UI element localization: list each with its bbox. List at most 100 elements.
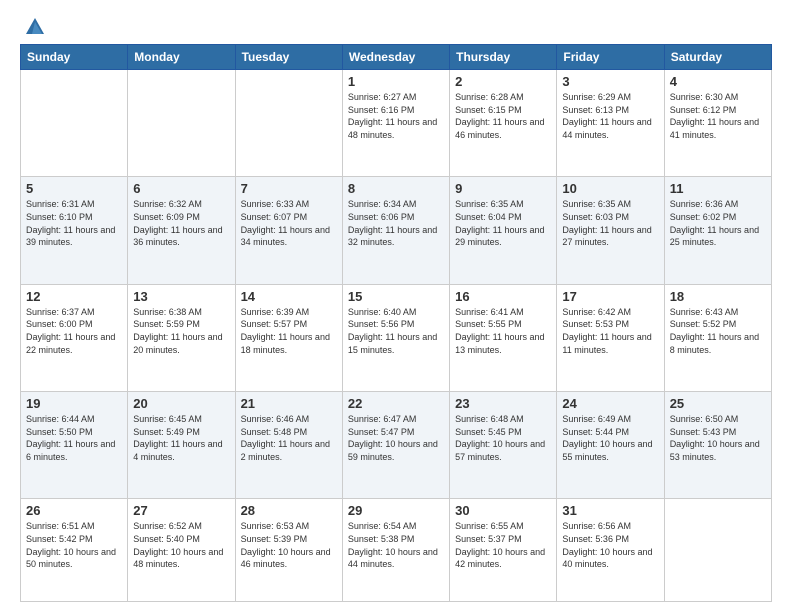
calendar-cell: 14 Sunrise: 6:39 AMSunset: 5:57 PMDayligh… [235,284,342,391]
calendar-cell [128,70,235,177]
calendar-table: SundayMondayTuesdayWednesdayThursdayFrid… [20,44,772,602]
day-info: Sunrise: 6:29 AMSunset: 6:13 PMDaylight:… [562,91,658,141]
day-number: 31 [562,503,658,518]
day-number: 8 [348,181,444,196]
calendar-cell: 15 Sunrise: 6:40 AMSunset: 5:56 PMDayligh… [342,284,449,391]
calendar-cell: 22Sunrise: 6:47 AMSunset: 5:47 PMDayligh… [342,392,449,499]
day-info: Sunrise: 6:43 AMSunset: 5:52 PMDaylight:… [670,306,766,356]
day-of-week-header: Sunday [21,45,128,70]
day-number: 11 [670,181,766,196]
day-of-week-header: Tuesday [235,45,342,70]
day-info: Sunrise: 6:45 AMSunset: 5:49 PMDaylight:… [133,413,229,463]
calendar-cell: 17 Sunrise: 6:42 AMSunset: 5:53 PMDayligh… [557,284,664,391]
day-number: 28 [241,503,337,518]
calendar-cell: 12Sunrise: 6:37 AMSunset: 6:00 PMDayligh… [21,284,128,391]
calendar-week-row: 19Sunrise: 6:44 AMSunset: 5:50 PMDayligh… [21,392,772,499]
header [20,16,772,34]
day-number: 21 [241,396,337,411]
day-number: 22 [348,396,444,411]
calendar-cell: 16 Sunrise: 6:41 AMSunset: 5:55 PMDayligh… [450,284,557,391]
day-info: Sunrise: 6:36 AMSunset: 6:02 PMDaylight:… [670,198,766,248]
day-number: 20 [133,396,229,411]
day-info: Sunrise: 6:48 AMSunset: 5:45 PMDaylight:… [455,413,551,463]
day-of-week-header: Wednesday [342,45,449,70]
calendar-cell: 29 Sunrise: 6:54 AMSunset: 5:38 PMDayligh… [342,499,449,602]
calendar-cell: 30 Sunrise: 6:55 AMSunset: 5:37 PMDayligh… [450,499,557,602]
day-number: 24 [562,396,658,411]
day-info: Sunrise: 6:31 AMSunset: 6:10 PMDaylight:… [26,198,122,248]
day-info: Sunrise: 6:27 AMSunset: 6:16 PMDaylight:… [348,91,444,141]
day-number: 30 [455,503,551,518]
day-info: Sunrise: 6:52 AMSunset: 5:40 PMDaylight:… [133,520,229,570]
day-number: 25 [670,396,766,411]
day-info: Sunrise: 6:30 AMSunset: 6:12 PMDaylight:… [670,91,766,141]
day-info: Sunrise: 6:54 AMSunset: 5:38 PMDaylight:… [348,520,444,570]
calendar-cell: 27 Sunrise: 6:52 AMSunset: 5:40 PMDayligh… [128,499,235,602]
calendar-cell [664,499,771,602]
day-number: 29 [348,503,444,518]
calendar-cell: 25Sunrise: 6:50 AMSunset: 5:43 PMDayligh… [664,392,771,499]
day-info: Sunrise: 6:49 AMSunset: 5:44 PMDaylight:… [562,413,658,463]
day-info: Sunrise: 6:42 AMSunset: 5:53 PMDaylight:… [562,306,658,356]
day-info: Sunrise: 6:34 AMSunset: 6:06 PMDaylight:… [348,198,444,248]
day-number: 9 [455,181,551,196]
day-info: Sunrise: 6:33 AMSunset: 6:07 PMDaylight:… [241,198,337,248]
day-info: Sunrise: 6:35 AMSunset: 6:03 PMDaylight:… [562,198,658,248]
day-number: 6 [133,181,229,196]
day-number: 10 [562,181,658,196]
calendar-week-row: 26 Sunrise: 6:51 AMSunset: 5:42 PMDayligh… [21,499,772,602]
day-info: Sunrise: 6:28 AMSunset: 6:15 PMDaylight:… [455,91,551,141]
day-info: Sunrise: 6:51 AMSunset: 5:42 PMDaylight:… [26,520,122,570]
calendar-cell: 18 Sunrise: 6:43 AMSunset: 5:52 PMDayligh… [664,284,771,391]
day-of-week-header: Thursday [450,45,557,70]
day-number: 13 [133,289,229,304]
calendar-cell: 26 Sunrise: 6:51 AMSunset: 5:42 PMDayligh… [21,499,128,602]
calendar-cell: 21 Sunrise: 6:46 AMSunset: 5:48 PMDayligh… [235,392,342,499]
day-number: 27 [133,503,229,518]
page: SundayMondayTuesdayWednesdayThursdayFrid… [0,0,792,612]
day-number: 17 [562,289,658,304]
calendar-cell: 23 Sunrise: 6:48 AMSunset: 5:45 PMDayligh… [450,392,557,499]
calendar-cell [21,70,128,177]
calendar-cell: 2 Sunrise: 6:28 AMSunset: 6:15 PMDaylight… [450,70,557,177]
day-number: 16 [455,289,551,304]
day-number: 14 [241,289,337,304]
calendar-cell: 9 Sunrise: 6:35 AMSunset: 6:04 PMDaylight… [450,177,557,284]
calendar-header-row: SundayMondayTuesdayWednesdayThursdayFrid… [21,45,772,70]
calendar-cell: 20 Sunrise: 6:45 AMSunset: 5:49 PMDayligh… [128,392,235,499]
day-info: Sunrise: 6:41 AMSunset: 5:55 PMDaylight:… [455,306,551,356]
day-number: 2 [455,74,551,89]
day-number: 12 [26,289,122,304]
day-number: 18 [670,289,766,304]
day-info: Sunrise: 6:39 AMSunset: 5:57 PMDaylight:… [241,306,337,356]
day-info: Sunrise: 6:32 AMSunset: 6:09 PMDaylight:… [133,198,229,248]
day-info: Sunrise: 6:44 AMSunset: 5:50 PMDaylight:… [26,413,122,463]
logo-icon [24,16,46,38]
calendar-cell: 1Sunrise: 6:27 AMSunset: 6:16 PMDaylight… [342,70,449,177]
day-info: Sunrise: 6:40 AMSunset: 5:56 PMDaylight:… [348,306,444,356]
calendar-cell: 28 Sunrise: 6:53 AMSunset: 5:39 PMDayligh… [235,499,342,602]
day-of-week-header: Saturday [664,45,771,70]
day-info: Sunrise: 6:55 AMSunset: 5:37 PMDaylight:… [455,520,551,570]
day-number: 15 [348,289,444,304]
day-number: 4 [670,74,766,89]
day-number: 3 [562,74,658,89]
calendar-cell: 31Sunrise: 6:56 AMSunset: 5:36 PMDayligh… [557,499,664,602]
calendar-week-row: 5Sunrise: 6:31 AMSunset: 6:10 PMDaylight… [21,177,772,284]
day-of-week-header: Friday [557,45,664,70]
calendar-cell: 13 Sunrise: 6:38 AMSunset: 5:59 PMDayligh… [128,284,235,391]
calendar-cell: 6 Sunrise: 6:32 AMSunset: 6:09 PMDaylight… [128,177,235,284]
calendar-cell: 3 Sunrise: 6:29 AMSunset: 6:13 PMDaylight… [557,70,664,177]
day-number: 23 [455,396,551,411]
calendar-cell: 24 Sunrise: 6:49 AMSunset: 5:44 PMDayligh… [557,392,664,499]
day-info: Sunrise: 6:35 AMSunset: 6:04 PMDaylight:… [455,198,551,248]
day-number: 26 [26,503,122,518]
calendar-cell: 7 Sunrise: 6:33 AMSunset: 6:07 PMDaylight… [235,177,342,284]
day-info: Sunrise: 6:46 AMSunset: 5:48 PMDaylight:… [241,413,337,463]
day-info: Sunrise: 6:53 AMSunset: 5:39 PMDaylight:… [241,520,337,570]
day-number: 7 [241,181,337,196]
calendar-cell: 19Sunrise: 6:44 AMSunset: 5:50 PMDayligh… [21,392,128,499]
calendar-cell: 5Sunrise: 6:31 AMSunset: 6:10 PMDaylight… [21,177,128,284]
calendar-cell: 11 Sunrise: 6:36 AMSunset: 6:02 PMDayligh… [664,177,771,284]
day-info: Sunrise: 6:38 AMSunset: 5:59 PMDaylight:… [133,306,229,356]
